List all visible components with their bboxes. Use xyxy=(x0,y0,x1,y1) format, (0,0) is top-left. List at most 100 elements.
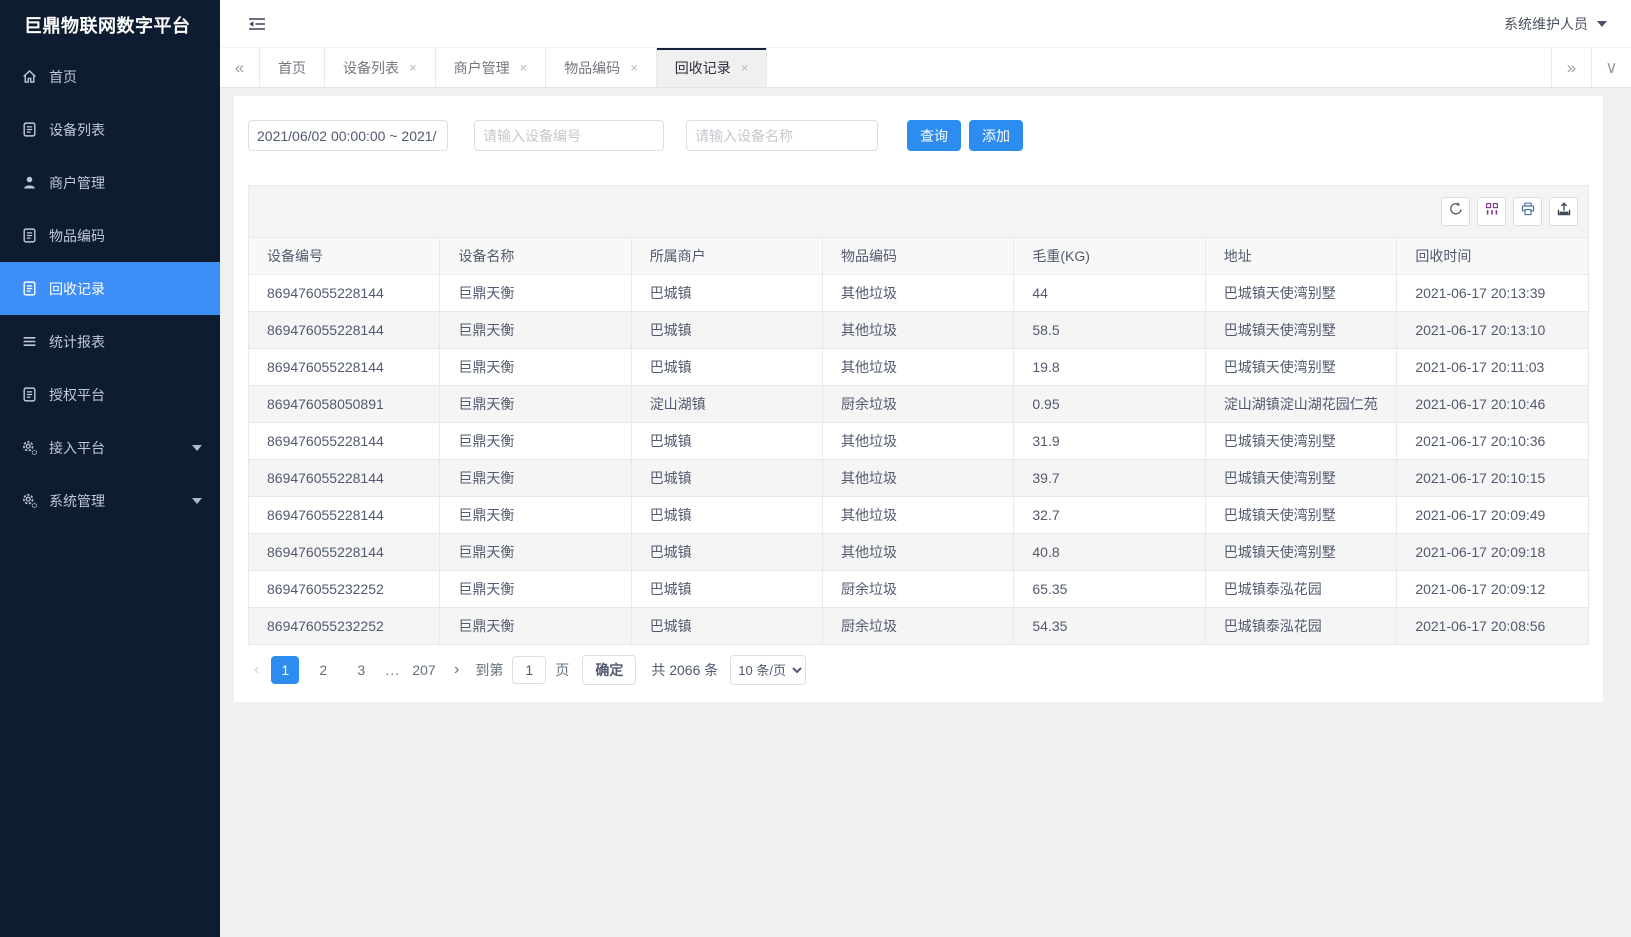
col-header-gross-weight: 毛重(KG) xyxy=(1014,238,1205,275)
prev-page-icon[interactable]: ‹ xyxy=(254,661,259,679)
tab-item-code[interactable]: 物品编码 × xyxy=(546,48,657,87)
sidebar-item-label: 接入平台 xyxy=(49,438,105,458)
document-list-icon xyxy=(21,121,38,138)
sidebar: 巨鼎物联网数字平台 首页 设备列表 商户管理 物品编码 回收记录 xyxy=(0,0,220,937)
cell-device-no: 869476055228144 xyxy=(249,534,440,571)
cell-address: 巴城镇天使湾别墅 xyxy=(1205,349,1397,386)
tabs-scroll-left-button[interactable]: « xyxy=(220,48,260,87)
table-row[interactable]: 869476055228144巨鼎天衡巴城镇其他垃圾58.5巴城镇天使湾别墅20… xyxy=(249,312,1589,349)
table-row[interactable]: 869476055232252巨鼎天衡巴城镇厨余垃圾65.35巴城镇泰泓花园20… xyxy=(249,571,1589,608)
table-body: 869476055228144巨鼎天衡巴城镇其他垃圾44巴城镇天使湾别墅2021… xyxy=(249,275,1589,645)
tab-label: 商户管理 xyxy=(454,58,510,78)
table-row[interactable]: 869476055228144巨鼎天衡巴城镇其他垃圾19.8巴城镇天使湾别墅20… xyxy=(249,349,1589,386)
tabs-list-dropdown-button[interactable]: ∨ xyxy=(1591,48,1631,87)
cell-merchant: 巴城镇 xyxy=(631,497,822,534)
total-count-label: 共 2066 条 xyxy=(651,660,718,680)
sidebar-item-statistics[interactable]: 统计报表 xyxy=(0,315,220,368)
sidebar-item-system-mgmt[interactable]: 系统管理 xyxy=(0,474,220,527)
table-row[interactable]: 869476055228144巨鼎天衡巴城镇其他垃圾39.7巴城镇天使湾别墅20… xyxy=(249,460,1589,497)
cell-merchant: 巴城镇 xyxy=(631,312,822,349)
sidebar-item-label: 首页 xyxy=(49,67,77,87)
tab-merchant-mgmt[interactable]: 商户管理 × xyxy=(436,48,547,87)
user-name: 系统维护人员 xyxy=(1504,14,1588,34)
app-layout: 巨鼎物联网数字平台 首页 设备列表 商户管理 物品编码 回收记录 xyxy=(0,0,1631,937)
tab-bar: « 首页 设备列表 × 商户管理 × 物品编码 × 回收记录 × » ∨ xyxy=(220,48,1631,88)
export-button[interactable] xyxy=(1549,197,1578,226)
tab-label: 首页 xyxy=(278,58,306,78)
tab-device-list[interactable]: 设备列表 × xyxy=(325,48,436,87)
cell-recycle-time: 2021-06-17 20:09:18 xyxy=(1397,534,1589,571)
cell-device-name: 巨鼎天衡 xyxy=(440,275,631,312)
filter-bar: 查询 添加 xyxy=(248,120,1589,151)
device-name-input[interactable] xyxy=(686,120,878,151)
records-table: 设备编号 设备名称 所属商户 物品编码 毛重(KG) 地址 回收时间 86947… xyxy=(248,237,1589,645)
sidebar-item-access-platform[interactable]: 接入平台 xyxy=(0,421,220,474)
cell-address: 巴城镇天使湾别墅 xyxy=(1205,275,1397,312)
column-settings-button[interactable] xyxy=(1477,197,1506,226)
cell-recycle-time: 2021-06-17 20:09:49 xyxy=(1397,497,1589,534)
page-ellipsis: ... xyxy=(385,662,400,678)
refresh-button[interactable] xyxy=(1441,197,1470,226)
cell-gross-weight: 65.35 xyxy=(1014,571,1205,608)
cell-gross-weight: 31.9 xyxy=(1014,423,1205,460)
table-row[interactable]: 869476058050891巨鼎天衡淀山湖镇厨余垃圾0.95淀山湖镇淀山湖花园… xyxy=(249,386,1589,423)
cell-recycle-time: 2021-06-17 20:13:39 xyxy=(1397,275,1589,312)
table-row[interactable]: 869476055228144巨鼎天衡巴城镇其他垃圾44巴城镇天使湾别墅2021… xyxy=(249,275,1589,312)
cell-device-name: 巨鼎天衡 xyxy=(440,608,631,645)
table-row[interactable]: 869476055232252巨鼎天衡巴城镇厨余垃圾54.35巴城镇泰泓花园20… xyxy=(249,608,1589,645)
cell-device-name: 巨鼎天衡 xyxy=(440,497,631,534)
sidebar-item-home[interactable]: 首页 xyxy=(0,50,220,103)
cell-item-code: 其他垃圾 xyxy=(823,349,1014,386)
sidebar-item-item-code[interactable]: 物品编码 xyxy=(0,209,220,262)
device-number-input[interactable] xyxy=(474,120,664,151)
tab-close-icon[interactable]: × xyxy=(630,60,638,75)
page-button-1[interactable]: 1 xyxy=(271,656,299,684)
cell-gross-weight: 44 xyxy=(1014,275,1205,312)
cell-address: 巴城镇泰泓花园 xyxy=(1205,608,1397,645)
sidebar-collapse-icon[interactable] xyxy=(248,17,266,31)
page-button-2[interactable]: 2 xyxy=(309,656,337,684)
tab-close-icon[interactable]: × xyxy=(520,60,528,75)
tab-close-icon[interactable]: × xyxy=(741,60,749,75)
goto-page-input[interactable] xyxy=(512,656,546,684)
print-button[interactable] xyxy=(1513,197,1542,226)
cell-recycle-time: 2021-06-17 20:11:03 xyxy=(1397,349,1589,386)
table-row[interactable]: 869476055228144巨鼎天衡巴城镇其他垃圾31.9巴城镇天使湾别墅20… xyxy=(249,423,1589,460)
cell-item-code: 其他垃圾 xyxy=(823,275,1014,312)
page-button-3[interactable]: 3 xyxy=(347,656,375,684)
tabs-scroll-right-button[interactable]: » xyxy=(1551,48,1591,87)
sidebar-item-recycle-records[interactable]: 回收记录 xyxy=(0,262,220,315)
page-button-last[interactable]: 207 xyxy=(410,656,438,684)
cell-device-name: 巨鼎天衡 xyxy=(440,386,631,423)
main-area: 系统维护人员 « 首页 设备列表 × 商户管理 × 物品编码 × 回收记录 xyxy=(220,0,1631,937)
table-row[interactable]: 869476055228144巨鼎天衡巴城镇其他垃圾32.7巴城镇天使湾别墅20… xyxy=(249,497,1589,534)
sidebar-item-label: 统计报表 xyxy=(49,332,105,352)
date-range-input[interactable] xyxy=(248,120,448,151)
cell-device-no: 869476055232252 xyxy=(249,608,440,645)
user-menu[interactable]: 系统维护人员 xyxy=(1504,14,1607,34)
top-header: 系统维护人员 xyxy=(220,0,1631,48)
cell-recycle-time: 2021-06-17 20:08:56 xyxy=(1397,608,1589,645)
cell-recycle-time: 2021-06-17 20:10:46 xyxy=(1397,386,1589,423)
cell-merchant: 巴城镇 xyxy=(631,275,822,312)
sidebar-item-merchant-mgmt[interactable]: 商户管理 xyxy=(0,156,220,209)
tab-recycle-records[interactable]: 回收记录 × xyxy=(657,48,768,87)
sidebar-item-label: 授权平台 xyxy=(49,385,105,405)
page-size-select[interactable]: 10 条/页 xyxy=(730,655,806,685)
cell-device-no: 869476055228144 xyxy=(249,349,440,386)
table-row[interactable]: 869476055228144巨鼎天衡巴城镇其他垃圾40.8巴城镇天使湾别墅20… xyxy=(249,534,1589,571)
cell-merchant: 巴城镇 xyxy=(631,349,822,386)
list-lines-icon xyxy=(21,333,38,350)
cell-gross-weight: 32.7 xyxy=(1014,497,1205,534)
cell-address: 巴城镇天使湾别墅 xyxy=(1205,497,1397,534)
sidebar-item-auth-platform[interactable]: 授权平台 xyxy=(0,368,220,421)
tabbar-spacer xyxy=(767,48,1551,87)
add-button[interactable]: 添加 xyxy=(969,120,1023,151)
tab-close-icon[interactable]: × xyxy=(409,60,417,75)
sidebar-item-device-list[interactable]: 设备列表 xyxy=(0,103,220,156)
next-page-icon[interactable]: › xyxy=(454,661,459,679)
tab-home[interactable]: 首页 xyxy=(260,48,325,87)
search-button[interactable]: 查询 xyxy=(907,120,961,151)
columns-icon xyxy=(1484,201,1500,222)
goto-confirm-button[interactable]: 确定 xyxy=(582,655,636,685)
